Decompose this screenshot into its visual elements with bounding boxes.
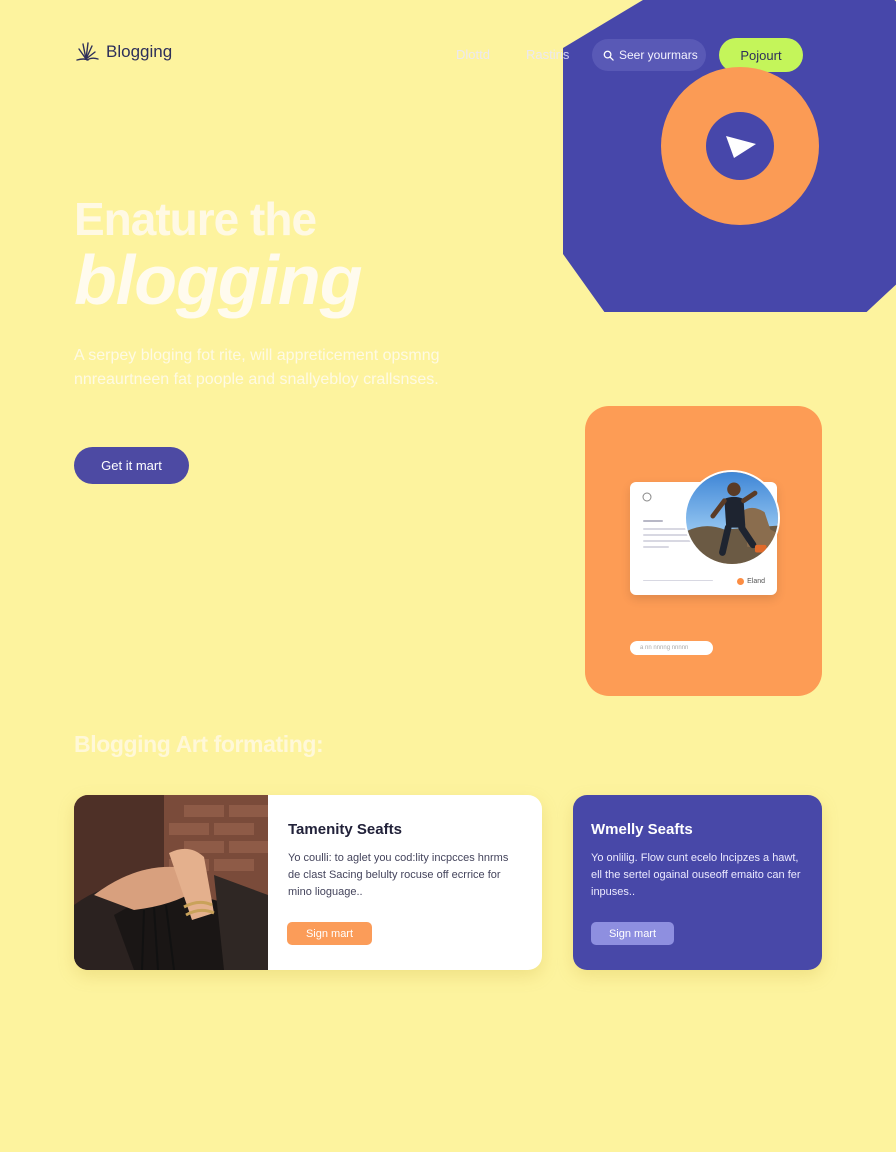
card-1-button[interactable]: Sign mart bbox=[287, 922, 372, 945]
video-ring bbox=[661, 67, 819, 225]
preview-input-bar[interactable]: a nn nnnng nnnnn bbox=[630, 641, 713, 655]
person-photo-icon bbox=[686, 472, 778, 564]
badge-dot-icon bbox=[737, 578, 745, 585]
section-title: Blogging Art formating: bbox=[74, 731, 324, 757]
shopping-bags-photo bbox=[74, 795, 268, 970]
mini-logo-icon bbox=[642, 492, 652, 502]
mini-badge[interactable]: Eland bbox=[737, 578, 765, 585]
profile-photo bbox=[684, 470, 780, 566]
search-label: Seer yourmars bbox=[619, 48, 698, 62]
hero-get-started-button[interactable]: Get it mart bbox=[74, 447, 189, 484]
mini-line bbox=[643, 580, 713, 581]
nav-link-2[interactable]: Rastiris bbox=[526, 47, 569, 62]
card-1-title: Tamenity Seafts bbox=[288, 821, 402, 838]
card-2-text: Yo onlilig. Flow cunt ecelo lncipzes a h… bbox=[591, 852, 801, 898]
hero-description: A serpey bloging fot rite, will appretic… bbox=[74, 347, 440, 388]
card-2-button[interactable]: Sign mart bbox=[591, 922, 674, 945]
mini-line bbox=[643, 546, 669, 548]
mini-line bbox=[643, 520, 663, 522]
card-2-title: Wmelly Seafts bbox=[591, 821, 693, 838]
mini-badge-label: Eland bbox=[747, 578, 765, 585]
grass-icon bbox=[76, 42, 99, 61]
hero-title-line1: Enature the bbox=[74, 193, 317, 245]
play-button[interactable] bbox=[706, 112, 774, 180]
nav-link-1[interactable]: Dlottd bbox=[456, 47, 490, 62]
hero-title-line2: blogging bbox=[74, 241, 362, 319]
logo-text: Blogging bbox=[106, 42, 173, 61]
play-icon bbox=[726, 136, 756, 158]
search-icon bbox=[603, 50, 614, 61]
brand-logo[interactable]: Blogging bbox=[74, 40, 172, 64]
card-1-text: Yo coulli: to aglet you cod:lity incpcce… bbox=[288, 852, 509, 898]
search-button[interactable]: Seer yourmars bbox=[592, 39, 706, 71]
